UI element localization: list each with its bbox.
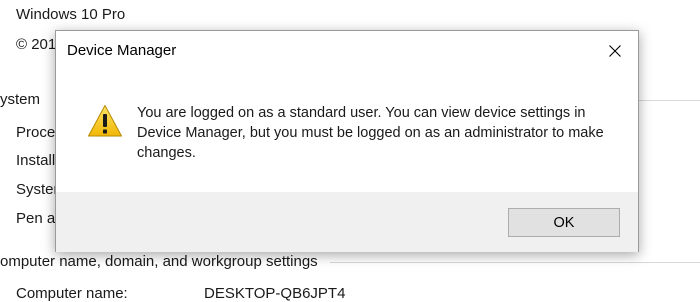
- copyright-text: © 201: [16, 36, 57, 53]
- close-icon: [609, 45, 621, 57]
- close-button[interactable]: [592, 31, 638, 71]
- computer-name-value: DESKTOP-QB6JPT4: [204, 285, 346, 302]
- dialog-title: Device Manager: [67, 42, 177, 59]
- device-manager-dialog: Device Manager You are logged on as a st…: [55, 30, 639, 252]
- section-divider: [330, 262, 700, 263]
- dialog-content: You are logged on as a standard user. Yo…: [56, 71, 638, 192]
- windows-edition: Windows 10 Pro: [16, 6, 126, 23]
- section-computer-name-heading: omputer name, domain, and workgroup sett…: [0, 253, 318, 270]
- ok-button[interactable]: OK: [508, 208, 620, 237]
- installed-memory-label: Install: [16, 152, 56, 169]
- section-system-heading: ystem: [0, 91, 41, 108]
- section-divider: [639, 100, 700, 101]
- pen-touch-label: Pen ar: [16, 210, 61, 227]
- dialog-message: You are logged on as a standard user. Yo…: [137, 105, 604, 161]
- system-type-label: Syster: [16, 181, 59, 198]
- dialog-titlebar[interactable]: Device Manager: [56, 31, 638, 71]
- computer-name-label: Computer name:: [16, 285, 128, 302]
- dialog-footer: OK: [56, 192, 638, 252]
- warning-icon: [87, 104, 123, 138]
